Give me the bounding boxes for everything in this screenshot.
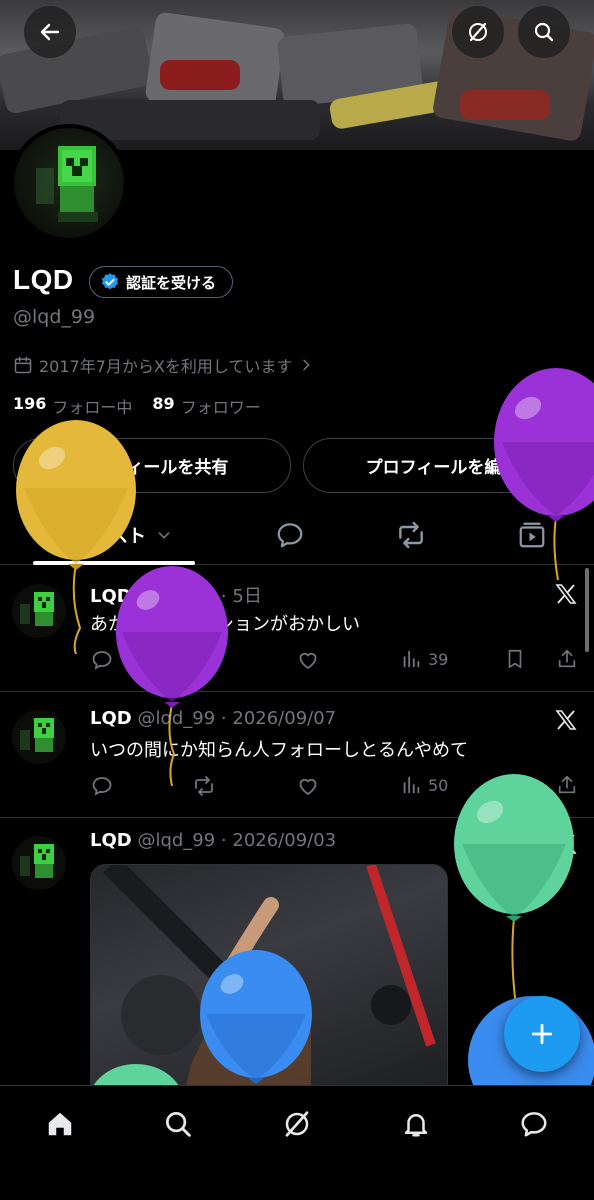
views-icon: [403, 650, 420, 668]
nav-home[interactable]: [40, 1104, 80, 1144]
repost-icon: [195, 650, 213, 670]
tab-media[interactable]: [502, 505, 562, 565]
views-icon: [403, 776, 420, 794]
reply-button[interactable]: [90, 648, 114, 672]
nav-search[interactable]: [158, 1104, 198, 1144]
edit-profile-button[interactable]: プロフィールを編集: [303, 438, 581, 493]
repost-icon: [195, 776, 213, 796]
share-button[interactable]: [556, 648, 578, 670]
posts-icon: [58, 524, 80, 546]
like-icon: [299, 652, 317, 670]
nav-grok[interactable]: [277, 1104, 317, 1144]
views-count: 39: [428, 649, 449, 669]
grok-button[interactable]: [452, 6, 504, 58]
bookmark-button[interactable]: [504, 774, 526, 796]
post-author[interactable]: LQD: [90, 586, 132, 607]
post-text: あかん最近テンションがおかしい: [90, 614, 360, 635]
replies-icon: [277, 523, 303, 548]
media-icon: [519, 522, 545, 548]
grok-icon: [469, 22, 487, 42]
nav-notifications[interactable]: [396, 1104, 436, 1144]
get-verified-label: 認証を受ける: [126, 273, 217, 292]
x-logo-icon[interactable]: [554, 832, 578, 856]
like-button[interactable]: [296, 648, 320, 672]
share-icon: [558, 775, 576, 794]
share-icon: [558, 649, 576, 668]
followers-count[interactable]: 89: [152, 394, 174, 418]
post-header: LQD @lqd_99 · 2026/09/03: [90, 830, 336, 851]
tab-posts-label: ポスト: [92, 526, 146, 547]
tab-posts[interactable]: ポスト: [33, 505, 195, 565]
views-button[interactable]: 39: [400, 648, 448, 670]
notifications-icon: [404, 1114, 428, 1137]
bookmark-button[interactable]: [504, 648, 526, 670]
post-actions: 50: [90, 774, 586, 800]
verified-badge-icon: [101, 273, 119, 290]
like-icon: [299, 778, 317, 796]
repost-button[interactable]: [192, 648, 216, 672]
reply-icon: [92, 651, 112, 670]
post-meta: @lqd_99 · 2026/09/03: [137, 830, 337, 851]
profile-name: LQD: [13, 264, 74, 295]
calendar-icon: [14, 356, 32, 374]
repost-button[interactable]: [192, 774, 216, 798]
bookmark-icon: [508, 649, 522, 669]
post-header: LQD @lqd_99 · 2026/09/07: [90, 708, 336, 729]
x-logo-icon[interactable]: [554, 582, 578, 606]
active-tab-indicator: [33, 561, 195, 565]
following-count[interactable]: 196: [13, 394, 46, 418]
post-item[interactable]: LQD @lqd_99 · 5日 あかん最近テンションがおかしい 39: [0, 566, 594, 692]
bookmark-icon: [508, 775, 522, 795]
post-avatar[interactable]: [12, 836, 66, 890]
post-text: いつの間にか知らん人フォローしとるんやめて: [90, 740, 468, 761]
compose-icon: [531, 1023, 553, 1045]
repost-icon: [399, 521, 423, 549]
search-icon: [534, 22, 554, 42]
post-actions: 39: [90, 648, 586, 674]
messages-icon: [521, 1112, 547, 1137]
tab-reposts[interactable]: [381, 505, 441, 565]
joined-date[interactable]: 2017年7月からXを利用しています: [13, 353, 314, 377]
profile-avatar[interactable]: [10, 124, 128, 242]
post-header: LQD @lqd_99 · 5日: [90, 582, 262, 608]
search-icon: [166, 1112, 191, 1137]
profile-handle: @lqd_99: [13, 306, 96, 328]
joined-text: 2017年7月からXを利用しています: [39, 357, 293, 376]
chevron-right-icon: [303, 359, 311, 371]
follow-stats: 196 フォロー中 89 フォロワー: [13, 394, 261, 418]
views-count: 50: [428, 775, 449, 795]
back-icon: [40, 23, 60, 41]
like-button[interactable]: [296, 774, 320, 798]
bottom-navigation: [0, 1085, 594, 1200]
followers-label[interactable]: フォロワー: [181, 394, 261, 418]
back-button[interactable]: [24, 6, 76, 58]
share-profile-button[interactable]: プロフィールを共有: [13, 438, 291, 493]
post-meta: @lqd_99 · 5日: [137, 586, 262, 607]
share-button[interactable]: [556, 774, 578, 796]
following-label[interactable]: フォロー中: [52, 394, 132, 418]
home-icon: [48, 1112, 72, 1136]
views-button[interactable]: 50: [400, 774, 448, 796]
grok-icon: [285, 1111, 309, 1137]
tab-replies[interactable]: [260, 505, 320, 565]
reply-button[interactable]: [90, 774, 114, 798]
x-logo-icon[interactable]: [554, 708, 578, 732]
profile-tabs: ポスト: [0, 505, 594, 565]
edit-profile-label: プロフィールを編集: [365, 458, 519, 478]
post-meta: @lqd_99 · 2026/09/07: [137, 708, 337, 729]
nav-messages[interactable]: [514, 1104, 554, 1144]
get-verified-button[interactable]: 認証を受ける: [89, 266, 234, 298]
post-avatar[interactable]: [12, 710, 66, 764]
chevron-down-icon: [158, 532, 170, 539]
reply-icon: [92, 777, 112, 796]
post-item[interactable]: LQD @lqd_99 · 2026/09/07 いつの間にか知らん人フォローし…: [0, 692, 594, 818]
compose-button[interactable]: [504, 996, 580, 1072]
post-media-image[interactable]: [90, 864, 448, 1104]
post-author[interactable]: LQD: [90, 830, 132, 851]
post-avatar[interactable]: [12, 584, 66, 638]
search-button[interactable]: [518, 6, 570, 58]
post-author[interactable]: LQD: [90, 708, 132, 729]
share-profile-label: プロフィールを共有: [75, 458, 229, 478]
